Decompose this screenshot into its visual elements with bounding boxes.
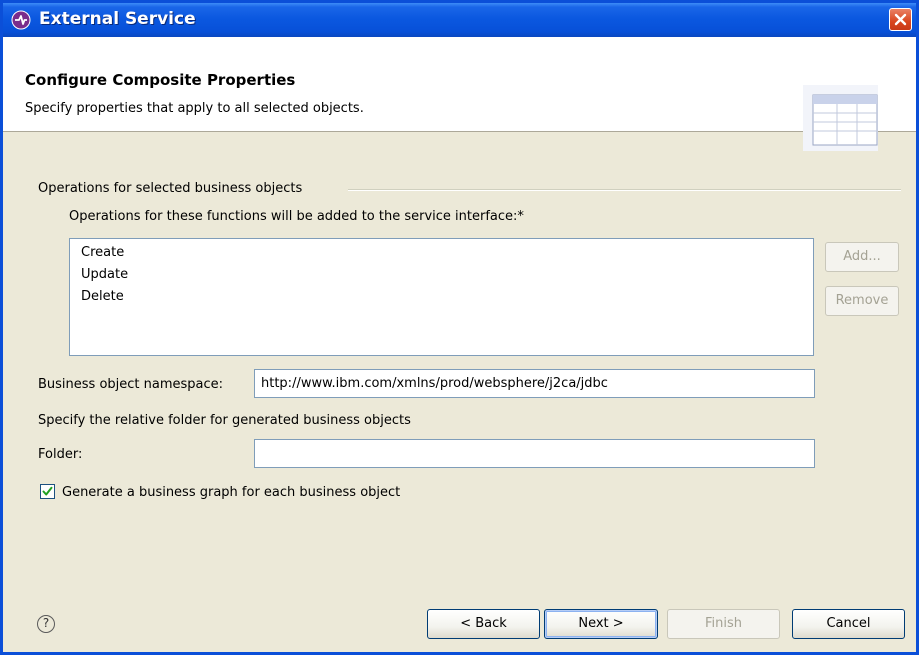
operations-group-label: Operations for selected business objects [38, 181, 303, 196]
operations-list[interactable]: Create Update Delete [69, 238, 814, 356]
adapter-wizard-icon [11, 10, 31, 30]
add-button[interactable]: Add... [825, 242, 899, 272]
folder-description: Specify the relative folder for generate… [38, 413, 411, 428]
close-button[interactable] [889, 8, 912, 31]
back-button[interactable]: < Back [427, 609, 540, 639]
window-title: External Service [39, 9, 196, 29]
cancel-button[interactable]: Cancel [792, 609, 905, 639]
group-divider [348, 189, 901, 191]
wizard-header: Configure Composite Properties Specify p… [3, 37, 916, 151]
folder-input[interactable] [254, 439, 815, 468]
namespace-input[interactable] [254, 369, 815, 398]
business-graph-checkbox[interactable] [40, 484, 55, 499]
list-item[interactable]: Create [81, 242, 813, 264]
page-title: Configure Composite Properties [25, 71, 296, 89]
page-description: Specify properties that apply to all sel… [25, 101, 364, 116]
finish-button[interactable]: Finish [667, 609, 780, 639]
help-icon[interactable]: ? [37, 615, 55, 633]
folder-label: Folder: [38, 447, 83, 462]
list-item[interactable]: Delete [81, 286, 813, 308]
remove-button[interactable]: Remove [825, 286, 899, 316]
title-bar[interactable]: External Service [3, 3, 916, 37]
list-item[interactable]: Update [81, 264, 813, 286]
operations-list-label: Operations for these functions will be a… [69, 209, 524, 224]
table-graphic [803, 85, 878, 151]
next-button[interactable]: Next > [544, 609, 658, 639]
business-graph-label[interactable]: Generate a business graph for each busin… [62, 485, 400, 500]
external-service-dialog: External Service Configure Composite Pro… [0, 0, 919, 655]
close-icon [894, 13, 907, 26]
checkmark-icon [42, 486, 53, 496]
namespace-label: Business object namespace: [38, 377, 224, 392]
